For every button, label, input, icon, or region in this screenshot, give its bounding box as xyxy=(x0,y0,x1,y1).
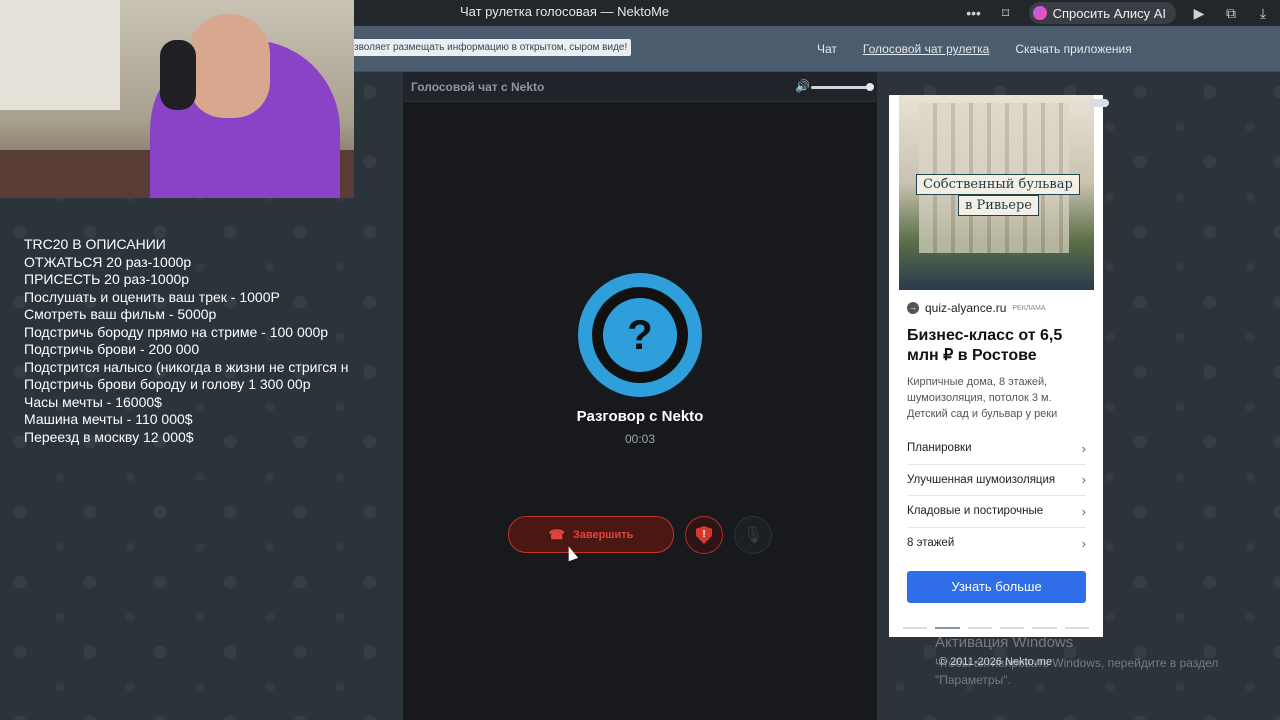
browser-actions: ••• ⌑ Спросить Алису AI ▶ ⧉ ⤓ xyxy=(965,0,1272,26)
volume-slider[interactable] xyxy=(811,86,871,89)
donation-line: Подстричь брови бороду и голову 1 300 00… xyxy=(24,376,311,392)
translate-icon[interactable]: ⧉ xyxy=(1222,5,1240,22)
donation-line: Подстричь бороду прямо на стриме - 100 0… xyxy=(24,323,329,340)
partner-name: Разговор с Nekto xyxy=(576,408,704,425)
ad-link-item[interactable]: Планировки › xyxy=(907,433,1086,465)
donation-list: TRC20 В ОПИСАНИИ ОТЖАТЬСЯ 20 раз-1000р П… xyxy=(24,236,376,446)
carousel-dot[interactable] xyxy=(999,627,1025,629)
chevron-right-icon: › xyxy=(1081,503,1086,519)
copyright: © 2011-2026 Nekto.me xyxy=(939,656,1053,668)
ad-carousel-indicator xyxy=(903,627,1089,629)
bookmark-icon[interactable]: ⌑ xyxy=(997,5,1015,22)
ad-link-item[interactable]: Улучшенная шумоизоляция › xyxy=(907,465,1086,496)
ad-links: Планировки › Улучшенная шумоизоляция › К… xyxy=(907,433,1086,559)
streamer-head xyxy=(188,14,270,118)
nav-chat[interactable]: Чат xyxy=(817,42,837,56)
microphone-icon: 🎙 xyxy=(742,527,764,544)
ad-link-item[interactable]: 8 этажей › xyxy=(907,528,1086,560)
tab-title: Чат рулетка голосовая — NektoMe xyxy=(460,4,670,19)
chevron-right-icon: › xyxy=(1081,472,1086,488)
more-icon[interactable]: ••• xyxy=(965,5,983,21)
call-header: Голосовой чат с Nekto 🔊 xyxy=(403,72,877,102)
ad-link-item[interactable]: Кладовые и постирочные › xyxy=(907,496,1086,528)
donation-line: ПРИСЕСТЬ 20 раз-1000р xyxy=(24,271,190,287)
ad-link-label: Планировки xyxy=(907,442,972,455)
ad-banner[interactable]: Собственный бульвар в Ривьере → quiz-aly… xyxy=(889,95,1109,637)
ad-domain-text: quiz-alyance.ru xyxy=(925,301,1007,315)
ad-link-label: Кладовые и постирочные xyxy=(907,505,1044,518)
report-button[interactable]: ! xyxy=(685,516,723,554)
play-icon[interactable]: ▶ xyxy=(1190,5,1208,22)
donation-line: Часы мечты - 16000$ xyxy=(24,393,162,410)
shield-alert-icon: ! xyxy=(696,526,712,544)
ad-description: Кирпичные дома, 8 этажей, шумоизоляция, … xyxy=(907,376,1058,420)
donation-line: ОТЖАТЬСЯ 20 раз-1000р xyxy=(24,253,192,270)
ad-domain[interactable]: → quiz-alyance.ru РЕКЛАМА xyxy=(907,301,1046,315)
hang-up-icon: ☎ xyxy=(548,526,565,542)
carousel-dot[interactable] xyxy=(967,627,992,629)
ad-image[interactable]: Собственный бульвар в Ривьере xyxy=(899,95,1109,290)
carousel-dot-active[interactable] xyxy=(935,627,960,629)
end-call-button[interactable]: ☎ Завершить xyxy=(508,516,674,553)
ad-image-caption: в Ривьере xyxy=(958,195,1039,216)
donation-line: Смотреть ваш фильм - 5000р xyxy=(24,306,217,322)
question-icon: ? xyxy=(603,298,677,372)
download-icon[interactable]: ⤓ xyxy=(1254,5,1272,22)
donation-line: TRC20 В ОПИСАНИИ xyxy=(24,236,166,252)
end-call-label: Завершить xyxy=(572,528,634,541)
donation-line: Послушать и оценить ваш трек - 1000Р xyxy=(24,288,280,305)
ad-link-label: Улучшенная шумоизоляция xyxy=(907,473,1056,486)
ad-tag: РЕКЛАМА xyxy=(1012,304,1046,312)
ad-cta-button[interactable]: Узнать больше xyxy=(907,571,1086,603)
volume-slider-handle[interactable] xyxy=(866,83,874,91)
mute-button[interactable]: 🎙 xyxy=(734,516,772,554)
webcam-window xyxy=(0,0,120,110)
alice-icon xyxy=(1032,6,1047,20)
ad-link-label: 8 этажей xyxy=(907,537,955,550)
carousel-dot[interactable] xyxy=(1064,627,1089,629)
voice-call-panel: Голосовой чат с Nekto 🔊 ? Разговор с Nek… xyxy=(403,72,877,720)
partner-avatar: ? xyxy=(578,273,702,397)
donation-line: Переезд в москву 12 000$ xyxy=(24,428,194,445)
chevron-right-icon: › xyxy=(1081,535,1086,551)
site-nav: Чат Голосовой чат рулетка Скачать прилож… xyxy=(817,42,1158,56)
headphones xyxy=(160,40,196,110)
alice-label: Спросить Алису AI xyxy=(1052,5,1166,21)
ad-image-caption: Собственный бульвар xyxy=(916,174,1080,195)
chevron-right-icon: › xyxy=(1081,440,1086,456)
nav-download-apps[interactable]: Скачать приложения xyxy=(1015,42,1131,56)
site-notice: зволяет размещать информацию в открытом,… xyxy=(350,39,632,56)
donation-line: Машина мечты - 110 000$ xyxy=(24,411,193,427)
alice-button[interactable]: Спросить Алису AI xyxy=(1028,2,1176,24)
webcam-overlay xyxy=(0,0,354,198)
call-timer: 00:03 xyxy=(624,432,656,446)
windows-activation-title: Активация Windows xyxy=(935,634,1074,651)
carousel-dot[interactable] xyxy=(1032,627,1057,629)
avatar-ring: ? xyxy=(592,287,688,383)
call-header-title: Голосовой чат с Nekto xyxy=(411,80,545,94)
ad-menu-icon[interactable] xyxy=(1089,99,1109,107)
arrow-right-icon: → xyxy=(907,302,919,314)
donation-line: Подстрится налысо (никогда в жизни не ст… xyxy=(24,358,349,375)
carousel-dot[interactable] xyxy=(903,627,928,629)
volume-icon[interactable]: 🔊 xyxy=(795,79,810,93)
donation-line: Подстричь брови - 200 000 xyxy=(24,341,200,357)
ad-title[interactable]: Бизнес-класс от 6,5 млн ₽ в Ростове xyxy=(907,326,1092,366)
nav-voice-chat[interactable]: Голосовой чат рулетка xyxy=(863,42,989,56)
